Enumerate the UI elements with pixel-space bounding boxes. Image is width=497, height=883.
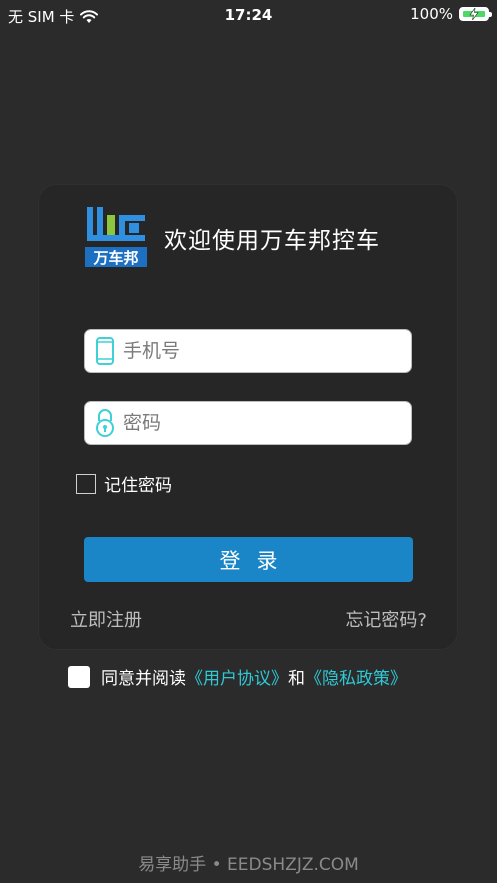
charging-bolt-icon — [469, 8, 479, 20]
phone-input[interactable] — [121, 339, 395, 363]
register-link[interactable]: 立即注册 — [70, 606, 142, 632]
remember-checkbox[interactable] — [76, 473, 96, 494]
user-agreement-link[interactable]: 《用户协议》 — [186, 664, 288, 689]
battery-icon — [459, 7, 492, 21]
agreement-and: 和 — [288, 669, 305, 689]
agreement-row: 同意并阅读 《用户协议》 和 《隐私政策》 — [68, 664, 407, 689]
status-bar: 无 SIM 卡 17:24 100% — [0, 0, 497, 30]
remember-label: 记住密码 — [104, 476, 172, 496]
password-input[interactable] — [121, 411, 395, 435]
password-field[interactable] — [84, 401, 412, 445]
lock-icon — [89, 408, 121, 438]
login-button[interactable]: 登录 — [84, 537, 413, 582]
watermark: 易享助手 • EEDSHZJZ.COM — [138, 855, 359, 875]
agreement-checkbox[interactable] — [68, 665, 90, 688]
forgot-password-link[interactable]: 忘记密码? — [345, 606, 427, 632]
agreement-prefix: 同意并阅读 — [101, 669, 186, 689]
app-logo: 万车邦 — [85, 205, 149, 269]
phone-icon — [89, 337, 121, 365]
status-right: 100% — [410, 5, 492, 23]
remember-password[interactable]: 记住密码 — [76, 471, 172, 496]
logo-text: 万车邦 — [92, 249, 138, 267]
battery-percent: 100% — [410, 5, 453, 23]
phone-field[interactable] — [84, 329, 412, 373]
privacy-policy-link[interactable]: 《隐私政策》 — [305, 664, 407, 689]
welcome-title: 欢迎使用万车邦控车 — [164, 228, 380, 254]
